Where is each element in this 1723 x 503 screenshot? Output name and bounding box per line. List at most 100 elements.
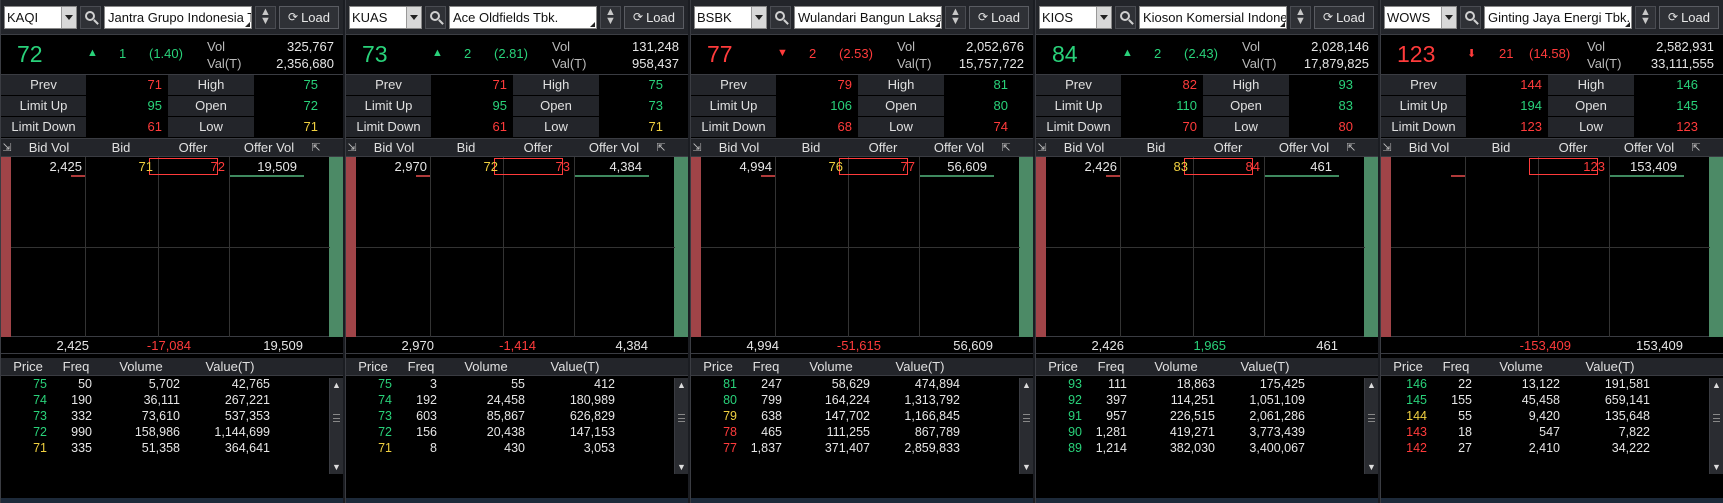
scroll-grip-icon[interactable] <box>678 414 685 422</box>
trade-row[interactable]: 78 465 111,255 867,789 <box>691 424 1033 440</box>
scroll-down-icon[interactable]: ▼ <box>1365 460 1378 474</box>
load-button[interactable]: ⟳ Load <box>969 5 1029 29</box>
trade-row[interactable]: 71 335 51,358 364,641 <box>1 440 343 456</box>
scroll-grip-icon[interactable] <box>1713 414 1720 422</box>
stock-code-select[interactable]: KUAS <box>349 5 422 29</box>
bid-export-icon[interactable]: ⇲ <box>1381 139 1393 157</box>
trade-scrollbar[interactable]: ▲ ▼ <box>329 378 343 474</box>
trade-row[interactable]: 145 155 45,458 659,141 <box>1381 392 1723 408</box>
scroll-up-icon[interactable]: ▲ <box>1365 378 1378 392</box>
offer-export-icon[interactable]: ⇱ <box>999 139 1013 157</box>
trade-price: 143 <box>1406 425 1427 439</box>
trade-row[interactable]: 89 1,214 382,030 3,400,067 <box>1036 440 1378 456</box>
trade-value: 412 <box>594 377 615 391</box>
chevron-down-icon[interactable] <box>61 6 76 28</box>
stock-code-select[interactable]: BSBK <box>694 5 767 29</box>
sort-toggle-button[interactable]: ▲ ▼ <box>600 5 621 29</box>
trade-scrollbar[interactable]: ▲ ▼ <box>674 378 688 474</box>
order-book-row[interactable]: 2,425 71 72 19,509 <box>11 158 330 175</box>
stock-name-field[interactable]: Jantra Grupo Indonesia T <box>104 5 252 29</box>
order-book-row[interactable]: 4,994 76 77 56,609 <box>701 158 1020 175</box>
scroll-down-icon[interactable]: ▼ <box>1020 460 1033 474</box>
trade-scrollbar[interactable]: ▲ ▼ <box>1019 378 1033 474</box>
bid-export-icon[interactable]: ⇲ <box>691 139 703 157</box>
trade-row[interactable]: 81 247 58,629 474,894 <box>691 376 1033 392</box>
sort-toggle-button[interactable]: ▲ ▼ <box>1290 5 1311 29</box>
offer-export-icon[interactable]: ⇱ <box>309 139 323 157</box>
scroll-up-icon[interactable]: ▲ <box>675 378 688 392</box>
trade-row[interactable]: 79 638 147,702 1,166,845 <box>691 408 1033 424</box>
trade-price: 81 <box>723 377 737 391</box>
bid-export-icon[interactable]: ⇲ <box>1036 139 1048 157</box>
bid-export-icon[interactable]: ⇲ <box>346 139 358 157</box>
trade-row[interactable]: 92 397 114,251 1,051,109 <box>1036 392 1378 408</box>
sort-toggle-button[interactable]: ▲ ▼ <box>945 5 966 29</box>
load-button[interactable]: ⟳ Load <box>1659 5 1719 29</box>
trade-row[interactable]: 143 18 547 7,822 <box>1381 424 1723 440</box>
scroll-grip-icon[interactable] <box>333 414 340 422</box>
order-book-totals: 4,994 -51,615 56,609 <box>691 337 1033 354</box>
stock-code-select[interactable]: KIOS <box>1039 5 1112 29</box>
trade-row[interactable]: 75 50 5,702 42,765 <box>1 376 343 392</box>
scroll-up-icon[interactable]: ▲ <box>1710 378 1723 392</box>
stock-name-field[interactable]: Kioson Komersial Indone <box>1139 5 1287 29</box>
trade-row[interactable]: 77 1,837 371,407 2,859,833 <box>691 440 1033 456</box>
stock-code-select[interactable]: KAQI <box>4 5 77 29</box>
trade-row[interactable]: 90 1,281 419,271 3,773,439 <box>1036 424 1378 440</box>
search-button[interactable] <box>770 5 791 29</box>
trade-row[interactable]: 73 332 73,610 537,353 <box>1 408 343 424</box>
offer-export-icon[interactable]: ⇱ <box>1344 139 1358 157</box>
chevron-down-icon[interactable] <box>751 6 766 28</box>
trade-row[interactable]: 74 192 24,458 180,989 <box>346 392 688 408</box>
search-button[interactable] <box>425 5 446 29</box>
order-book-row[interactable]: 123 153,409 <box>1391 158 1710 175</box>
trade-value: 180,989 <box>569 393 615 407</box>
trade-row[interactable]: 80 799 164,224 1,313,792 <box>691 392 1033 408</box>
search-button[interactable] <box>1115 5 1136 29</box>
load-button[interactable]: ⟳ Load <box>279 5 339 29</box>
order-book-row[interactable]: 2,426 83 84 461 <box>1046 158 1365 175</box>
trade-summary: 93 111 18,863 175,425 92 397 114,251 1,0… <box>1036 376 1378 456</box>
scroll-up-icon[interactable]: ▲ <box>1020 378 1033 392</box>
trade-row[interactable]: 91 957 226,515 2,061,286 <box>1036 408 1378 424</box>
load-button[interactable]: ⟳ Load <box>624 5 684 29</box>
trade-scrollbar[interactable]: ▲ ▼ <box>1709 378 1723 474</box>
search-button[interactable] <box>1460 5 1481 29</box>
trade-volume: 58,629 <box>831 377 870 391</box>
freq-col-header: Freq <box>752 359 780 374</box>
order-book-row[interactable]: 2,970 72 73 4,384 <box>356 158 675 175</box>
trade-row[interactable]: 142 27 2,410 34,222 <box>1381 440 1723 456</box>
trade-row[interactable]: 73 603 85,867 626,829 <box>346 408 688 424</box>
trade-row[interactable]: 72 990 158,986 1,144,699 <box>1 424 343 440</box>
trade-row[interactable]: 71 8 430 3,053 <box>346 440 688 456</box>
chevron-down-icon[interactable] <box>1096 6 1111 28</box>
trade-row[interactable]: 93 111 18,863 175,425 <box>1036 376 1378 392</box>
bid-export-icon[interactable]: ⇲ <box>1 139 13 157</box>
chevron-down-icon[interactable] <box>406 6 421 28</box>
chevron-down-icon[interactable] <box>1441 6 1456 28</box>
offer-export-icon[interactable]: ⇱ <box>654 139 668 157</box>
quote-header: 84 ▲ 2 (2.43) Vol 2,028,146 Val(T) 17,87… <box>1036 35 1378 75</box>
trade-row[interactable]: 144 55 9,420 135,648 <box>1381 408 1723 424</box>
sort-toggle-button[interactable]: ▲ ▼ <box>1635 5 1656 29</box>
offer-export-icon[interactable]: ⇱ <box>1689 139 1703 157</box>
trade-scrollbar[interactable]: ▲ ▼ <box>1364 378 1378 474</box>
stock-code-select[interactable]: WOWS <box>1384 5 1457 29</box>
scroll-down-icon[interactable]: ▼ <box>330 460 343 474</box>
sort-toggle-button[interactable]: ▲ ▼ <box>255 5 276 29</box>
scroll-grip-icon[interactable] <box>1368 414 1375 422</box>
trade-row[interactable]: 146 22 13,122 191,581 <box>1381 376 1723 392</box>
scroll-grip-icon[interactable] <box>1023 414 1030 422</box>
bid-volume: 2,425 <box>49 159 82 174</box>
stock-name-field[interactable]: Wulandari Bangun Laksa <box>794 5 942 29</box>
scroll-down-icon[interactable]: ▼ <box>1710 460 1723 474</box>
load-button[interactable]: ⟳ Load <box>1314 5 1374 29</box>
stock-name-field[interactable]: Ginting Jaya Energi Tbk. <box>1484 5 1632 29</box>
scroll-up-icon[interactable]: ▲ <box>330 378 343 392</box>
stock-name-field[interactable]: Ace Oldfields Tbk. <box>449 5 597 29</box>
scroll-down-icon[interactable]: ▼ <box>675 460 688 474</box>
trade-row[interactable]: 72 156 20,438 147,153 <box>346 424 688 440</box>
trade-row[interactable]: 75 3 55 412 <box>346 376 688 392</box>
search-button[interactable] <box>80 5 101 29</box>
trade-row[interactable]: 74 190 36,111 267,221 <box>1 392 343 408</box>
